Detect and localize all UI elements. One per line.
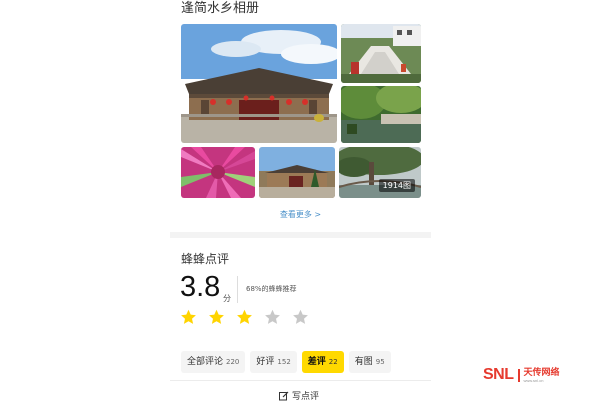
filter-all-reviews[interactable]: 全部评论 220: [181, 351, 246, 373]
scenic-detail-panel: 逢简水乡相册 1914图 查看更多 > 蜂蜂点评 3.8 分 68%的蜂蜂推荐 …: [170, 0, 431, 405]
write-review-label: 写点评: [292, 392, 320, 402]
filter-count: 95: [375, 358, 385, 366]
star-filled-icon: [180, 309, 197, 326]
filter-count: 22: [328, 358, 338, 366]
photo-count-badge: 1914图: [378, 179, 415, 192]
album-photo-main[interactable]: [181, 24, 337, 143]
filter-label: 差评: [307, 357, 326, 367]
watermark-text: 天传网络 www.snl.cn: [524, 368, 560, 383]
album-photo-tree[interactable]: 1914图: [339, 147, 421, 198]
star-filled-icon: [208, 309, 225, 326]
album-photo-canal[interactable]: [341, 86, 421, 143]
review-section-title: 蜂蜂点评: [181, 252, 230, 266]
watermark-brand: SNL: [483, 366, 514, 383]
filter-negative-reviews[interactable]: 差评 22: [301, 351, 344, 373]
section-divider: [170, 232, 431, 238]
filter-count: 152: [277, 358, 291, 366]
review-score-unit: 分: [223, 294, 231, 303]
watermark-name: 天传网络: [523, 367, 560, 378]
watermark-logo: SNL 天传网络 www.snl.cn: [483, 366, 560, 384]
write-review-button[interactable]: 写点评: [279, 389, 319, 402]
filter-label: 有图: [354, 357, 373, 367]
filter-positive-reviews[interactable]: 好评 152: [250, 351, 297, 373]
watermark-url: www.snl.cn: [523, 377, 544, 383]
star-filled-icon: [236, 309, 253, 326]
album-title: 逢简水乡相册: [181, 1, 260, 16]
filter-label: 全部评论: [187, 357, 224, 367]
star-rating: [180, 309, 309, 327]
album-photo-hall[interactable]: [259, 147, 335, 198]
album-photo-flower[interactable]: [181, 147, 255, 198]
bottom-divider: [170, 380, 431, 381]
album-photo-bridge[interactable]: [341, 24, 421, 83]
watermark-separator: [517, 368, 520, 382]
filter-label: 好评: [256, 357, 275, 367]
filter-with-photos[interactable]: 有图 95: [348, 351, 391, 373]
filter-count: 220: [226, 358, 240, 366]
star-empty-icon: [264, 309, 281, 326]
score-separator: [237, 276, 238, 303]
star-empty-icon: [292, 309, 309, 326]
recommend-rate: 68%的蜂蜂推荐: [246, 285, 297, 293]
review-filter-bar: 全部评论 220 好评 152 差评 22 有图 95: [181, 351, 391, 373]
review-score: 3.8: [180, 271, 221, 303]
see-more-link[interactable]: 查看更多 >: [170, 209, 431, 220]
edit-icon: [279, 391, 289, 401]
